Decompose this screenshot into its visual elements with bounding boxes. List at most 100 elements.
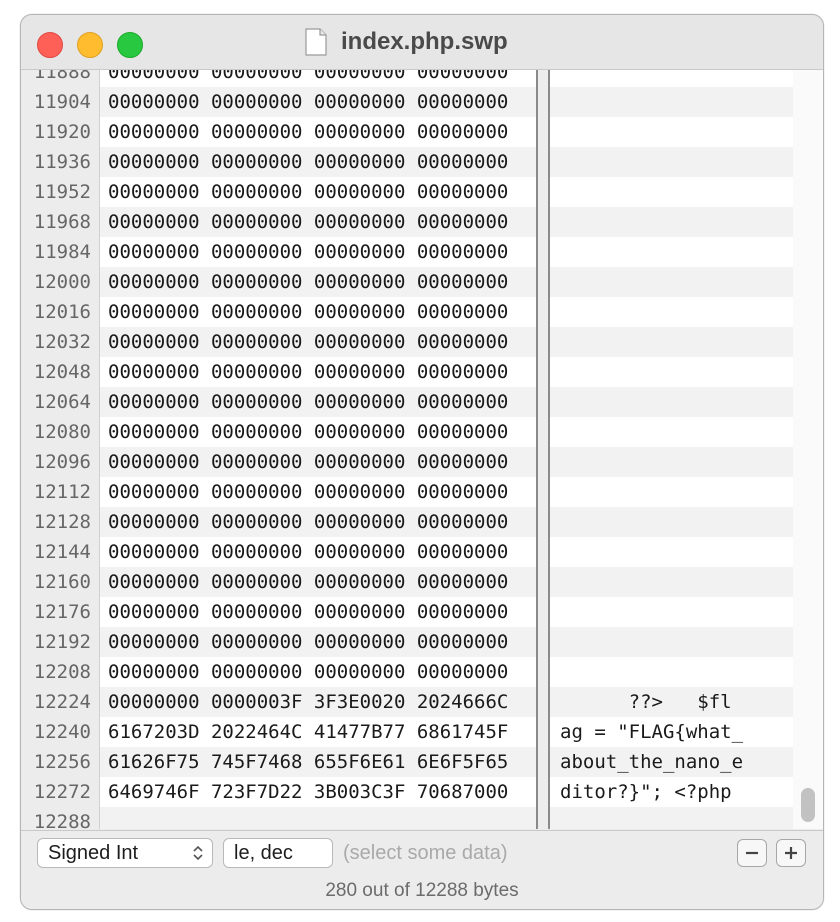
hex-row: 12224 00000000 0000003F 3F3E0020 2024666C… — [21, 687, 793, 717]
plus-icon — [785, 847, 797, 859]
row-offset: 12128 — [33, 511, 91, 533]
status-bar: Signed Int le, dec (select some data) 28… — [21, 830, 823, 909]
hex-row: 12016 00000000 00000000 00000000 00000000 — [21, 297, 793, 327]
row-ascii-text[interactable] — [550, 117, 793, 147]
chevron-updown-icon — [193, 845, 203, 861]
row-ascii-text[interactable]: ag = "FLAG{what_ — [550, 717, 793, 747]
selection-value-hint: (select some data) — [343, 842, 508, 864]
remove-button[interactable] — [737, 839, 767, 867]
hex-row: 12144 00000000 00000000 00000000 00000000 — [21, 537, 793, 567]
row-ascii-text[interactable] — [550, 70, 793, 87]
minimize-window-button[interactable] — [77, 32, 103, 58]
hex-row: 12256 61626F75 745F7468 655F6E61 6E6F5F65… — [21, 747, 793, 777]
row-ascii-text[interactable] — [550, 627, 793, 657]
zoom-window-button[interactable] — [117, 32, 143, 58]
row-hex-bytes[interactable]: 00000000 0000003F 3F3E0020 2024666C — [100, 687, 536, 717]
row-offset: 12000 — [33, 271, 91, 293]
close-window-button[interactable] — [37, 32, 63, 58]
row-ascii-text[interactable] — [550, 297, 793, 327]
row-hex-bytes[interactable]: 6167203D 2022464C 41477B77 6861745F — [100, 717, 536, 747]
row-hex-bytes[interactable]: 6469746F 723F7D22 3B003C3F 70687000 — [100, 777, 536, 807]
row-hex-bytes[interactable]: 00000000 00000000 00000000 00000000 — [100, 357, 536, 387]
row-offset: 11888 — [33, 70, 91, 83]
scrollbar-thumb[interactable] — [801, 788, 815, 822]
row-ascii-text[interactable] — [550, 507, 793, 537]
row-hex-bytes[interactable]: 00000000 00000000 00000000 00000000 — [100, 627, 536, 657]
row-ascii-text[interactable]: ??> $fl — [550, 687, 793, 717]
hex-row: 11968 00000000 00000000 00000000 00000000 — [21, 207, 793, 237]
row-ascii-text[interactable] — [550, 327, 793, 357]
row-ascii-text[interactable]: about_the_nano_e — [550, 747, 793, 777]
row-ascii-text[interactable] — [550, 447, 793, 477]
row-offset: 12112 — [33, 481, 91, 503]
row-hex-bytes[interactable]: 61626F75 745F7468 655F6E61 6E6F5F65 — [100, 747, 536, 777]
vertical-scrollbar[interactable] — [793, 70, 823, 829]
hex-row: 12096 00000000 00000000 00000000 00000000 — [21, 447, 793, 477]
row-offset: 11920 — [33, 121, 91, 143]
hex-row: 11936 00000000 00000000 00000000 00000000 — [21, 147, 793, 177]
document-icon — [305, 28, 327, 56]
hex-row: 12128 00000000 00000000 00000000 00000000 — [21, 507, 793, 537]
row-ascii-text[interactable] — [550, 567, 793, 597]
add-button[interactable] — [776, 839, 806, 867]
row-hex-bytes[interactable] — [100, 807, 536, 829]
endian-format-field[interactable]: le, dec — [223, 838, 333, 868]
row-hex-bytes[interactable]: 00000000 00000000 00000000 00000000 — [100, 87, 536, 117]
row-offset: 12048 — [33, 361, 91, 383]
row-offset: 12240 — [33, 721, 91, 743]
hex-row: 12160 00000000 00000000 00000000 00000000 — [21, 567, 793, 597]
row-ascii-text[interactable] — [550, 237, 793, 267]
row-hex-bytes[interactable]: 00000000 00000000 00000000 00000000 — [100, 237, 536, 267]
row-ascii-text[interactable] — [550, 87, 793, 117]
row-hex-bytes[interactable]: 00000000 00000000 00000000 00000000 — [100, 70, 536, 87]
row-offset: 12192 — [33, 631, 91, 653]
row-offset: 12064 — [33, 391, 91, 413]
title-bar: index.php.swp — [21, 15, 823, 70]
hex-row: 12272 6469746F 723F7D22 3B003C3F 70687000… — [21, 777, 793, 807]
row-ascii-text[interactable] — [550, 357, 793, 387]
data-type-select[interactable]: Signed Int — [37, 838, 213, 868]
row-hex-bytes[interactable]: 00000000 00000000 00000000 00000000 — [100, 177, 536, 207]
row-offset: 12224 — [33, 691, 91, 713]
row-hex-bytes[interactable]: 00000000 00000000 00000000 00000000 — [100, 117, 536, 147]
hex-row: 12048 00000000 00000000 00000000 00000000 — [21, 357, 793, 387]
hex-row: 11904 00000000 00000000 00000000 00000000 — [21, 87, 793, 117]
row-offset: 12096 — [33, 451, 91, 473]
byte-count-status: 280 out of 12288 bytes — [325, 880, 519, 901]
window-title-text: index.php.swp — [341, 28, 508, 55]
row-offset: 11936 — [33, 151, 91, 173]
row-ascii-text[interactable] — [550, 147, 793, 177]
row-hex-bytes[interactable]: 00000000 00000000 00000000 00000000 — [100, 147, 536, 177]
row-hex-bytes[interactable]: 00000000 00000000 00000000 00000000 — [100, 537, 536, 567]
row-hex-bytes[interactable]: 00000000 00000000 00000000 00000000 — [100, 507, 536, 537]
row-hex-bytes[interactable]: 00000000 00000000 00000000 00000000 — [100, 267, 536, 297]
hex-row: 12064 00000000 00000000 00000000 00000000 — [21, 387, 793, 417]
row-ascii-text[interactable] — [550, 477, 793, 507]
row-hex-bytes[interactable]: 00000000 00000000 00000000 00000000 — [100, 657, 536, 687]
row-ascii-text[interactable] — [550, 267, 793, 297]
row-ascii-text[interactable] — [550, 387, 793, 417]
row-hex-bytes[interactable]: 00000000 00000000 00000000 00000000 — [100, 597, 536, 627]
row-hex-bytes[interactable]: 00000000 00000000 00000000 00000000 — [100, 207, 536, 237]
row-hex-bytes[interactable]: 00000000 00000000 00000000 00000000 — [100, 327, 536, 357]
row-ascii-text[interactable]: ditor?}"; <?php — [550, 777, 793, 807]
row-offset: 12080 — [33, 421, 91, 443]
hex-row: 12176 00000000 00000000 00000000 00000000 — [21, 597, 793, 627]
row-ascii-text[interactable] — [550, 807, 793, 829]
row-hex-bytes[interactable]: 00000000 00000000 00000000 00000000 — [100, 477, 536, 507]
row-ascii-text[interactable] — [550, 657, 793, 687]
row-offset: 12256 — [33, 751, 91, 773]
row-ascii-text[interactable] — [550, 177, 793, 207]
hex-view[interactable]: 11888 00000000 00000000 00000000 00000000… — [21, 70, 823, 829]
row-offset: 12032 — [33, 331, 91, 353]
row-hex-bytes[interactable]: 00000000 00000000 00000000 00000000 — [100, 297, 536, 327]
row-hex-bytes[interactable]: 00000000 00000000 00000000 00000000 — [100, 447, 536, 477]
row-ascii-text[interactable] — [550, 537, 793, 567]
row-ascii-text[interactable] — [550, 207, 793, 237]
row-hex-bytes[interactable]: 00000000 00000000 00000000 00000000 — [100, 567, 536, 597]
row-ascii-text[interactable] — [550, 417, 793, 447]
row-hex-bytes[interactable]: 00000000 00000000 00000000 00000000 — [100, 387, 536, 417]
row-hex-bytes[interactable]: 00000000 00000000 00000000 00000000 — [100, 417, 536, 447]
hex-row: 11984 00000000 00000000 00000000 00000000 — [21, 237, 793, 267]
row-ascii-text[interactable] — [550, 597, 793, 627]
